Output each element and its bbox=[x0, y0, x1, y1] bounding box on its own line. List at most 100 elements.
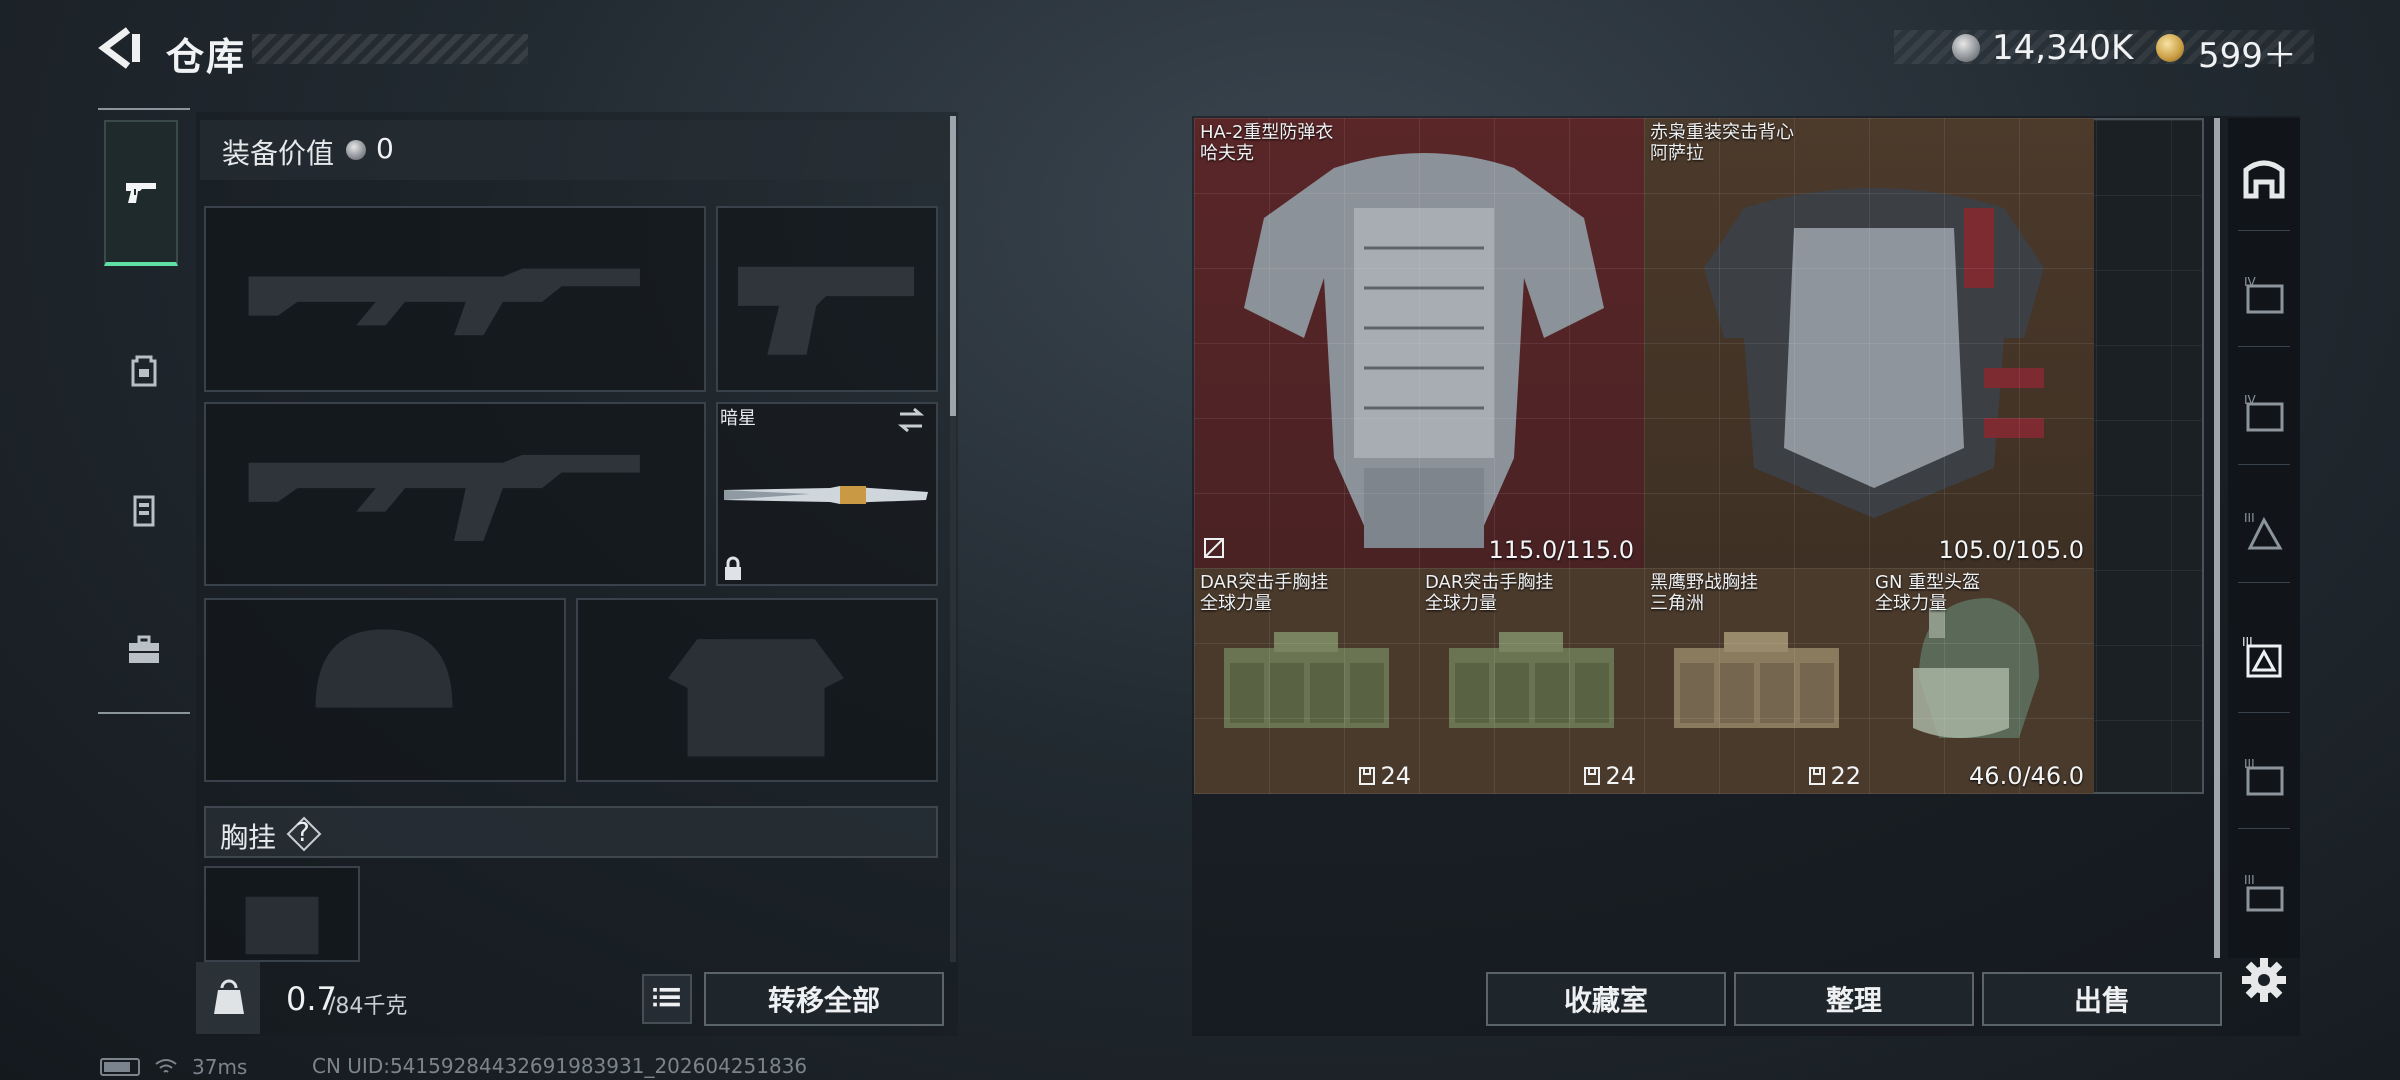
stash-item-ha2-armor[interactable]: HA-2重型防弹衣 哈夫克 115.0/115.0 bbox=[1194, 118, 1644, 568]
rail-divider bbox=[2238, 230, 2290, 231]
filter-tier-iv-rig[interactable]: IV bbox=[2232, 382, 2296, 446]
capacity-icon bbox=[1359, 767, 1376, 785]
gold-currency-value[interactable]: 599＋ bbox=[2198, 28, 2297, 77]
rail-divider bbox=[2238, 712, 2290, 713]
gear-icon bbox=[2242, 958, 2286, 1002]
svg-text:III: III bbox=[2244, 757, 2255, 771]
tier-iii-armor-icon: III bbox=[2242, 635, 2282, 678]
filter-tier-iii-rig[interactable]: III bbox=[2232, 746, 2296, 810]
no-insure-icon bbox=[1204, 538, 1224, 558]
filter-tier-iii-other[interactable]: III bbox=[2232, 862, 2296, 926]
knife-icon bbox=[724, 486, 928, 504]
tier-iii-rig-icon: III bbox=[2244, 757, 2284, 796]
equipment-scrollbar-thumb[interactable] bbox=[950, 116, 956, 416]
pistol-icon bbox=[126, 183, 156, 203]
item-name: 黑鹰野战胸挂 bbox=[1650, 572, 1758, 593]
rifle-silhouette-icon bbox=[248, 268, 640, 336]
lock-icon bbox=[725, 556, 741, 580]
list-icon bbox=[653, 987, 680, 1007]
chest-rig-silhouette-icon bbox=[245, 896, 319, 955]
settings-button[interactable] bbox=[2236, 952, 2292, 1008]
stash-item-gn-helmet[interactable]: GN 重型头盔 全球力量 46.0/46.0 bbox=[1869, 568, 2094, 794]
rail-divider bbox=[2238, 464, 2290, 465]
helmet-slot[interactable] bbox=[204, 598, 566, 782]
help-button[interactable]: ? bbox=[286, 816, 322, 852]
stash-item-dar-rig-2[interactable]: DAR突击手胸挂 全球力量 24 bbox=[1419, 568, 1644, 794]
status-bar: 37ms bbox=[100, 1054, 247, 1080]
silver-currency-value[interactable]: 14,340K bbox=[1992, 28, 2133, 68]
sidearm-slot[interactable] bbox=[716, 206, 938, 392]
rifle-silhouette-icon bbox=[248, 454, 640, 541]
item-capacity: 24 bbox=[1358, 762, 1411, 790]
filter-tier-iv-armor[interactable]: IV bbox=[2232, 264, 2296, 328]
tab-chest-rig[interactable] bbox=[98, 440, 190, 580]
ping-value: 37ms bbox=[192, 1055, 248, 1079]
backpack-icon bbox=[131, 355, 157, 387]
item-brand: 全球力量 bbox=[1425, 593, 1497, 614]
item-name: DAR突击手胸挂 bbox=[1425, 572, 1554, 593]
silver-coin-icon bbox=[1952, 34, 1980, 62]
chest-rig-slot[interactable] bbox=[204, 866, 360, 962]
capacity-value: 22 bbox=[1830, 762, 1861, 790]
chest-rig-icon bbox=[1674, 632, 1839, 728]
item-name: HA-2重型防弹衣 bbox=[1200, 122, 1334, 143]
filter-tier-iii-helmet[interactable]: III bbox=[2232, 500, 2296, 564]
item-brand: 哈夫克 bbox=[1200, 143, 1254, 164]
back-arrow-icon bbox=[98, 27, 140, 69]
item-capacity: 22 bbox=[1808, 762, 1861, 790]
list-view-button[interactable] bbox=[642, 974, 692, 1024]
primary-weapon-slot-1[interactable] bbox=[204, 206, 706, 392]
gold-coin-icon bbox=[2156, 34, 2184, 62]
battery-icon bbox=[100, 1058, 140, 1076]
rail-divider bbox=[2238, 828, 2290, 829]
svg-text:III: III bbox=[2244, 873, 2255, 887]
svg-text:IV: IV bbox=[2244, 393, 2257, 407]
capacity-icon bbox=[1809, 767, 1826, 785]
swap-icon[interactable] bbox=[896, 406, 926, 434]
page-title: 仓库 bbox=[166, 35, 247, 79]
tier-iii-other-icon: III bbox=[2244, 873, 2284, 912]
item-name: 赤枭重装突击背心 bbox=[1650, 122, 1794, 143]
transfer-all-button[interactable]: 转移全部 bbox=[704, 972, 944, 1026]
player-uid: CN UID:54159284432691983931_202604251836 bbox=[312, 1054, 808, 1078]
equipment-value-label: 装备价值 bbox=[222, 137, 335, 170]
equipment-category-rail bbox=[98, 108, 190, 714]
melee-weapon-name: 暗星 bbox=[720, 408, 756, 429]
filter-all-items[interactable] bbox=[2232, 146, 2296, 210]
chest-rig-icon bbox=[1449, 632, 1614, 728]
capacity-value: 24 bbox=[1605, 762, 1636, 790]
stash-item-blackhawk-rig[interactable]: 黑鹰野战胸挂 三角洲 22 bbox=[1644, 568, 1869, 794]
rail-divider bbox=[2238, 582, 2290, 583]
tab-weapons[interactable] bbox=[104, 120, 178, 266]
stash-item-dar-rig-1[interactable]: DAR突击手胸挂 全球力量 24 bbox=[1194, 568, 1419, 794]
filter-tier-iii-armor[interactable]: III bbox=[2232, 626, 2296, 690]
rail-divider bbox=[2238, 346, 2290, 347]
capacity-icon bbox=[1584, 767, 1601, 785]
item-capacity: 24 bbox=[1583, 762, 1636, 790]
svg-text:IV: IV bbox=[2244, 275, 2257, 289]
item-name: DAR突击手胸挂 bbox=[1200, 572, 1329, 593]
item-durability: 115.0/115.0 bbox=[1488, 536, 1635, 564]
svg-text:III: III bbox=[2244, 511, 2255, 525]
tier-iv-rig-icon: IV bbox=[2244, 393, 2284, 432]
organize-button[interactable]: 整理 bbox=[1734, 972, 1974, 1026]
tab-backpack[interactable] bbox=[98, 300, 190, 440]
helmet-silhouette-icon bbox=[315, 629, 453, 708]
help-glyph: ? bbox=[296, 818, 310, 848]
body-armor-icon bbox=[1244, 153, 1604, 548]
tier-iv-armor-icon: IV bbox=[2244, 275, 2284, 314]
item-durability: 46.0/46.0 bbox=[1969, 762, 2084, 790]
primary-weapon-slot-2[interactable] bbox=[204, 402, 706, 586]
back-button[interactable] bbox=[98, 24, 142, 72]
stash-scrollbar[interactable] bbox=[2214, 118, 2220, 958]
stash-arch-icon bbox=[2243, 160, 2285, 199]
item-brand: 全球力量 bbox=[1875, 593, 1947, 614]
collection-room-button[interactable]: 收藏室 bbox=[1486, 972, 1726, 1026]
sell-button[interactable]: 出售 bbox=[1982, 972, 2222, 1026]
body-armor-slot[interactable] bbox=[576, 598, 938, 782]
tab-toolbox[interactable] bbox=[98, 580, 190, 720]
stash-item-chixiao-vest[interactable]: 赤枭重装突击背心 阿萨拉 105.0/105.0 bbox=[1644, 118, 2094, 568]
svg-text:III: III bbox=[2242, 635, 2253, 649]
equipment-value: 0 bbox=[376, 132, 394, 165]
item-brand: 三角洲 bbox=[1650, 593, 1704, 614]
